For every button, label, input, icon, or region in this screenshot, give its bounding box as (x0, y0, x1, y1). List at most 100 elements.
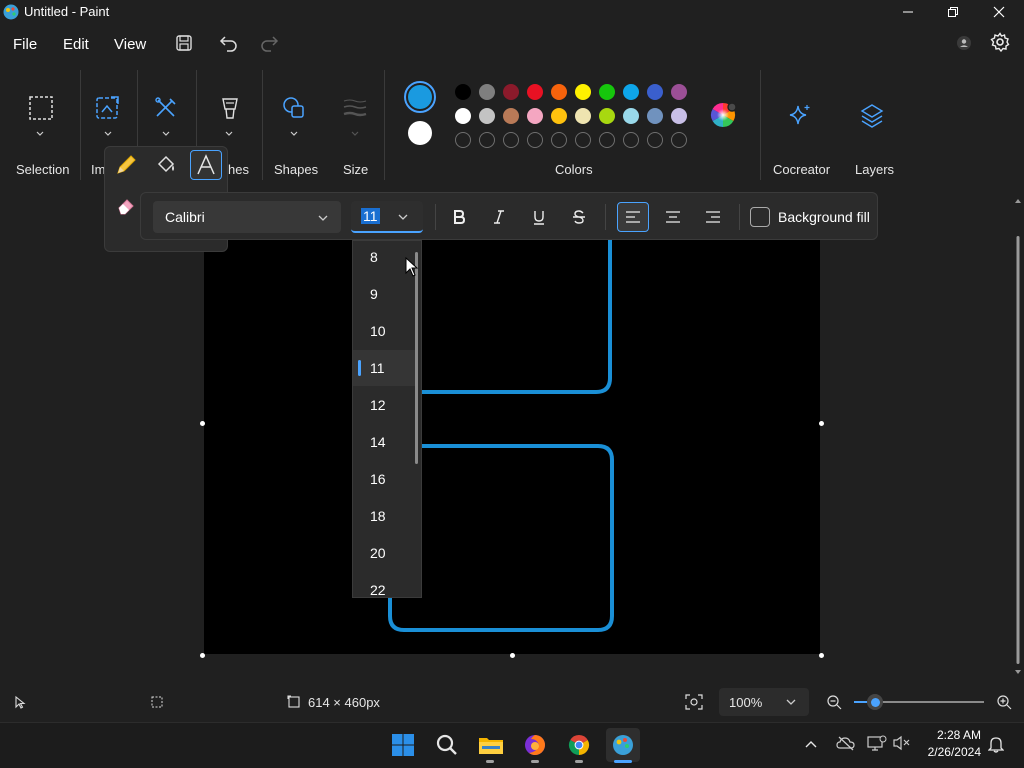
custom-color-slot[interactable] (671, 132, 687, 148)
strikethrough-button[interactable] (563, 202, 595, 232)
resize-handle-right[interactable] (819, 421, 824, 426)
font-size-option[interactable]: 16 (353, 461, 415, 497)
palette-color-swatch[interactable] (455, 84, 471, 100)
size-dropdown-chevron[interactable] (350, 126, 360, 141)
network-tray-button[interactable] (867, 735, 887, 754)
resize-handle-left[interactable] (200, 421, 205, 426)
font-size-option[interactable]: 18 (353, 498, 415, 534)
selection-dropdown-chevron[interactable] (35, 126, 45, 141)
palette-color-swatch[interactable] (455, 108, 471, 124)
start-button[interactable] (386, 728, 420, 762)
palette-color-swatch[interactable] (551, 84, 567, 100)
palette-color-swatch[interactable] (551, 108, 567, 124)
undo-button[interactable] (216, 30, 242, 56)
zoom-dropdown[interactable]: 100% (719, 688, 809, 716)
custom-color-slot[interactable] (479, 132, 495, 148)
close-button[interactable] (976, 0, 1022, 24)
brushes-dropdown-chevron[interactable] (224, 126, 234, 141)
palette-color-swatch[interactable] (479, 108, 495, 124)
palette-color-swatch[interactable] (527, 108, 543, 124)
custom-color-slot[interactable] (455, 132, 471, 148)
drawing-canvas[interactable] (204, 192, 820, 654)
layers-button[interactable] (858, 102, 886, 130)
custom-color-slot[interactable] (503, 132, 519, 148)
palette-color-swatch[interactable] (575, 84, 591, 100)
shapes-dropdown-chevron[interactable] (289, 126, 299, 141)
firefox-button[interactable] (518, 728, 552, 762)
custom-color-slot[interactable] (551, 132, 567, 148)
fill-tool-button[interactable] (153, 152, 179, 178)
restore-button[interactable] (930, 0, 976, 24)
align-right-button[interactable] (697, 202, 729, 232)
align-left-button[interactable] (617, 202, 649, 232)
font-family-dropdown[interactable]: Calibri (153, 201, 341, 233)
palette-color-swatch[interactable] (671, 108, 687, 124)
show-hidden-icons-button[interactable] (804, 737, 818, 752)
font-size-option[interactable]: 12 (353, 387, 415, 423)
resize-handle-bottom-left[interactable] (200, 653, 205, 658)
account-button[interactable] (951, 30, 977, 56)
zoom-out-button[interactable] (826, 694, 842, 713)
zoom-slider[interactable] (854, 693, 984, 711)
palette-color-swatch[interactable] (623, 108, 639, 124)
font-size-dropdown[interactable]: 11 (351, 201, 423, 233)
onedrive-tray-button[interactable] (836, 735, 856, 754)
vertical-scrollbar[interactable] (1012, 192, 1024, 680)
bold-button[interactable] (443, 202, 475, 232)
background-fill-checkbox[interactable] (750, 207, 770, 227)
palette-color-swatch[interactable] (575, 108, 591, 124)
redo-button[interactable] (256, 30, 282, 56)
edit-colors-button[interactable] (710, 101, 738, 129)
settings-button[interactable] (987, 29, 1013, 55)
palette-color-swatch[interactable] (479, 84, 495, 100)
palette-color-swatch[interactable] (647, 108, 663, 124)
selection-tool-button[interactable] (27, 94, 55, 122)
save-button[interactable] (171, 30, 197, 56)
pencil-tool-button[interactable] (113, 152, 139, 178)
font-size-option[interactable]: 9 (353, 276, 415, 312)
minimize-button[interactable] (885, 0, 931, 24)
file-explorer-button[interactable] (474, 728, 508, 762)
underline-button[interactable] (523, 202, 555, 232)
menu-view[interactable]: View (114, 36, 146, 53)
secondary-color-button[interactable] (408, 121, 432, 145)
align-center-button[interactable] (657, 202, 689, 232)
font-size-list[interactable]: 8 9 10 11 12 14 16 18 20 22 (352, 240, 422, 598)
custom-color-slot[interactable] (527, 132, 543, 148)
tools-button[interactable] (152, 94, 180, 122)
palette-color-swatch[interactable] (527, 84, 543, 100)
cocreator-button[interactable] (786, 102, 814, 130)
paint-taskbar-button[interactable] (606, 728, 640, 762)
palette-color-swatch[interactable] (623, 84, 639, 100)
text-tool-button[interactable] (190, 150, 222, 180)
palette-color-swatch[interactable] (647, 84, 663, 100)
palette-color-swatch[interactable] (503, 108, 519, 124)
clock-time[interactable]: 2:28 AM (925, 728, 981, 742)
font-size-option[interactable]: 22 (353, 572, 415, 597)
palette-color-swatch[interactable] (599, 108, 615, 124)
fit-to-window-button[interactable] (685, 694, 703, 713)
resize-handle-bottom[interactable] (510, 653, 515, 658)
chrome-button[interactable] (562, 728, 596, 762)
font-size-option[interactable]: 11 (353, 350, 415, 386)
custom-color-slot[interactable] (599, 132, 615, 148)
italic-button[interactable] (483, 202, 515, 232)
custom-color-slot[interactable] (647, 132, 663, 148)
clock-date[interactable]: 2/26/2024 (916, 745, 981, 759)
palette-color-swatch[interactable] (503, 84, 519, 100)
eraser-tool-button[interactable] (113, 192, 139, 218)
search-button[interactable] (430, 728, 464, 762)
menu-file[interactable]: File (13, 36, 37, 53)
palette-color-swatch[interactable] (671, 84, 687, 100)
custom-color-slot[interactable] (623, 132, 639, 148)
font-size-option[interactable]: 20 (353, 535, 415, 571)
shapes-button[interactable] (280, 94, 308, 122)
font-size-option[interactable]: 10 (353, 313, 415, 349)
tools-dropdown-chevron[interactable] (161, 126, 171, 141)
zoom-slider-thumb[interactable] (867, 694, 883, 710)
primary-color-button[interactable] (404, 81, 436, 113)
zoom-in-button[interactable] (996, 694, 1012, 713)
image-tool-button[interactable] (94, 94, 122, 122)
image-dropdown-chevron[interactable] (103, 126, 113, 141)
palette-color-swatch[interactable] (599, 84, 615, 100)
